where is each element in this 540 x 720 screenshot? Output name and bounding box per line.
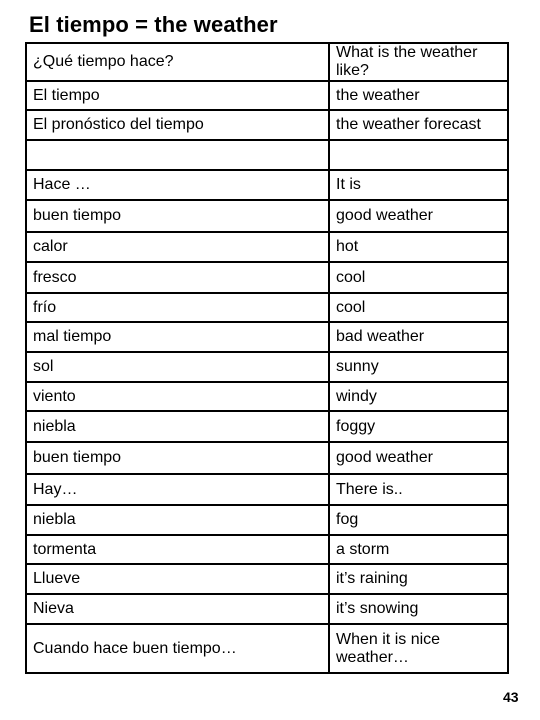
spanish-term	[25, 139, 330, 171]
spanish-term: Hace …	[25, 169, 330, 201]
english-translation: cool	[328, 261, 509, 294]
spanish-term: viento	[25, 381, 330, 412]
table-row: ¿Qué tiempo hace? What is the weather lik…	[25, 42, 509, 82]
english-translation: cool	[328, 292, 509, 323]
table-row: fresco cool	[25, 261, 509, 294]
page-number: 43	[503, 689, 519, 705]
spanish-term: tormenta	[25, 534, 330, 565]
table-row: Llueve it’s raining	[25, 563, 509, 595]
table-row	[25, 139, 509, 171]
table-row: frío cool	[25, 292, 509, 323]
spanish-term: niebla	[25, 504, 330, 536]
spanish-term: El tiempo	[25, 80, 330, 111]
table-row: Nieva it’s snowing	[25, 593, 509, 625]
table-row: sol sunny	[25, 351, 509, 383]
table-row: El tiempo the weather	[25, 80, 509, 111]
english-translation: the weather	[328, 80, 509, 111]
table-row: tormenta a storm	[25, 534, 509, 565]
spanish-term: buen tiempo	[25, 441, 330, 475]
english-translation: good weather	[328, 199, 509, 233]
table-row: El pronóstico del tiempo the weather fore…	[25, 109, 509, 141]
table-row: niebla fog	[25, 504, 509, 536]
spanish-term: Nieva	[25, 593, 330, 625]
table-row: mal tiempo bad weather	[25, 321, 509, 353]
table-row: buen tiempo good weather	[25, 199, 509, 233]
spanish-term: ¿Qué tiempo hace?	[25, 42, 330, 82]
english-translation: it’s snowing	[328, 593, 509, 625]
spanish-term: El pronóstico del tiempo	[25, 109, 330, 141]
english-translation: When it is nice weather…	[328, 623, 509, 674]
spanish-term: frío	[25, 292, 330, 323]
spanish-term: fresco	[25, 261, 330, 294]
english-translation: good weather	[328, 441, 509, 475]
page-title: El tiempo = the weather	[29, 12, 278, 37]
vocabulary-table: ¿Qué tiempo hace? What is the weather lik…	[25, 42, 509, 674]
table-row: buen tiempo good weather	[25, 441, 509, 475]
spanish-term: calor	[25, 231, 330, 263]
english-translation: the weather forecast	[328, 109, 509, 141]
english-translation: foggy	[328, 410, 509, 443]
english-translation	[328, 139, 509, 171]
english-translation: windy	[328, 381, 509, 412]
english-translation: What is the weather like?	[328, 42, 509, 82]
english-translation: it’s raining	[328, 563, 509, 595]
english-translation: hot	[328, 231, 509, 263]
english-translation: bad weather	[328, 321, 509, 353]
english-translation: It is	[328, 169, 509, 201]
table-row: Hay… There is..	[25, 473, 509, 506]
table-row: niebla foggy	[25, 410, 509, 443]
spanish-term: Llueve	[25, 563, 330, 595]
table-row: calor hot	[25, 231, 509, 263]
spanish-term: buen tiempo	[25, 199, 330, 233]
table-row: Cuando hace buen tiempo… When it is nice …	[25, 623, 509, 674]
english-translation: fog	[328, 504, 509, 536]
table-row: Hace … It is	[25, 169, 509, 201]
english-translation: sunny	[328, 351, 509, 383]
spanish-term: mal tiempo	[25, 321, 330, 353]
spanish-term: Cuando hace buen tiempo…	[25, 623, 330, 674]
table-row: viento windy	[25, 381, 509, 412]
spanish-term: Hay…	[25, 473, 330, 506]
english-translation: There is..	[328, 473, 509, 506]
spanish-term: niebla	[25, 410, 330, 443]
english-translation: a storm	[328, 534, 509, 565]
spanish-term: sol	[25, 351, 330, 383]
